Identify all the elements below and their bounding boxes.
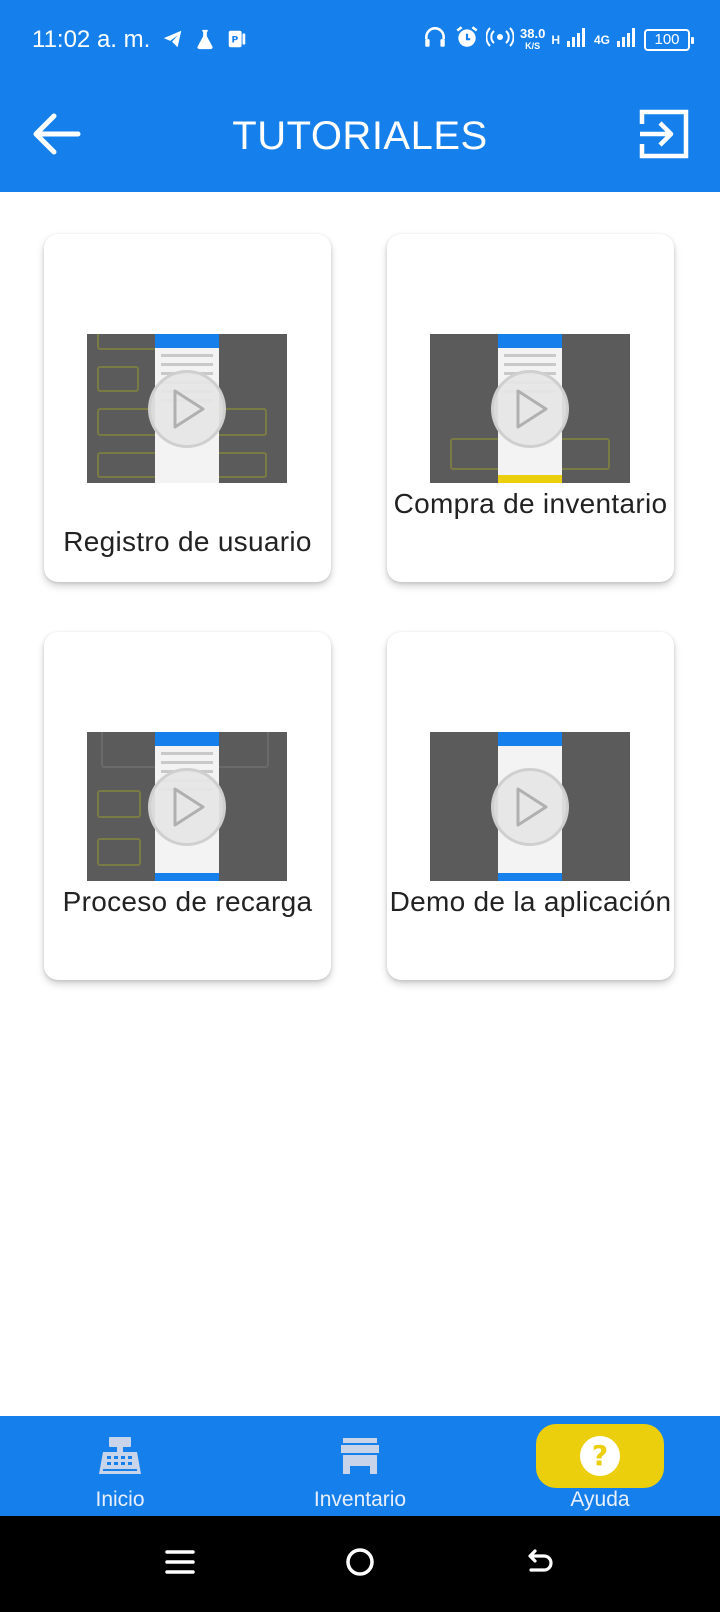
app-bar: TUTORIALES (0, 80, 720, 192)
cash-register-icon (56, 1424, 184, 1488)
video-thumbnail (87, 732, 287, 881)
flask-icon (194, 28, 216, 55)
video-thumbnail (87, 334, 287, 483)
nav-item-inventario[interactable]: Inventario (240, 1416, 480, 1516)
video-thumbnail (430, 732, 630, 881)
headphones-icon (422, 24, 448, 55)
signal-icon-2 (616, 26, 638, 53)
network-speed-unit: K/S (525, 40, 541, 51)
status-right-icons: 38.0 K/S H 4G 100 (422, 24, 694, 55)
telegram-icon (162, 28, 184, 55)
network-speed: 38.0 K/S (520, 27, 545, 53)
hotspot-icon (485, 24, 515, 55)
status-time: 11:02 a. m. (32, 26, 151, 53)
svg-text:P: P (232, 35, 239, 46)
nav-item-inicio[interactable]: Inicio (0, 1416, 240, 1516)
system-navigation-bar (0, 1516, 720, 1612)
alarm-icon (454, 24, 480, 55)
play-icon (148, 370, 226, 448)
tutorial-label: Proceso de recarga (62, 886, 313, 917)
help-icon: ? (536, 1424, 664, 1488)
nav-label: Ayuda (570, 1488, 630, 1511)
signal-icon (566, 26, 588, 53)
tutorial-card-compra[interactable]: Compra de inventario (387, 234, 674, 582)
page-title: TUTORIALES (232, 114, 488, 158)
system-back-button[interactable] (518, 1542, 562, 1586)
status-notification-icons: P (162, 28, 248, 55)
nav-label: Inicio (95, 1488, 145, 1511)
logout-icon (636, 106, 692, 167)
home-button[interactable] (338, 1542, 382, 1586)
nav-item-ayuda[interactable]: ? Ayuda (480, 1416, 720, 1516)
tutorial-label: Registro de usuario (63, 526, 312, 557)
tutorial-card-recarga[interactable]: Proceso de recarga (44, 632, 331, 980)
tutorial-label: Demo de la aplicación (389, 886, 672, 917)
tutorial-card-demo[interactable]: Demo de la aplicación (387, 632, 674, 980)
store-icon (296, 1424, 424, 1488)
bottom-navigation: Inicio Inventario ? Ayuda (0, 1416, 720, 1516)
menu-icon (165, 1548, 195, 1581)
tutorial-label: Compra de inventario (393, 488, 668, 519)
status-bar: 11:02 a. m. P 38.0 K/S H 4G 100 (0, 0, 720, 80)
nav-label: Inventario (313, 1488, 407, 1511)
play-icon (148, 768, 226, 846)
video-thumbnail (430, 334, 630, 483)
recent-apps-button[interactable] (158, 1542, 202, 1586)
tutorial-card-registro[interactable]: Registro de usuario (44, 234, 331, 582)
play-icon (491, 768, 569, 846)
network-type-1: H (551, 32, 560, 47)
play-icon (491, 370, 569, 448)
network-speed-value: 38.0 (520, 25, 546, 41)
logout-button[interactable] (634, 106, 694, 166)
network-type-2: 4G (593, 32, 610, 47)
back-arrow-icon (525, 1547, 555, 1582)
battery-indicator: 100 (644, 28, 694, 51)
svg-text:?: ? (592, 1439, 608, 1472)
app-notification-icon: P (226, 28, 248, 55)
home-circle-icon (345, 1547, 375, 1582)
